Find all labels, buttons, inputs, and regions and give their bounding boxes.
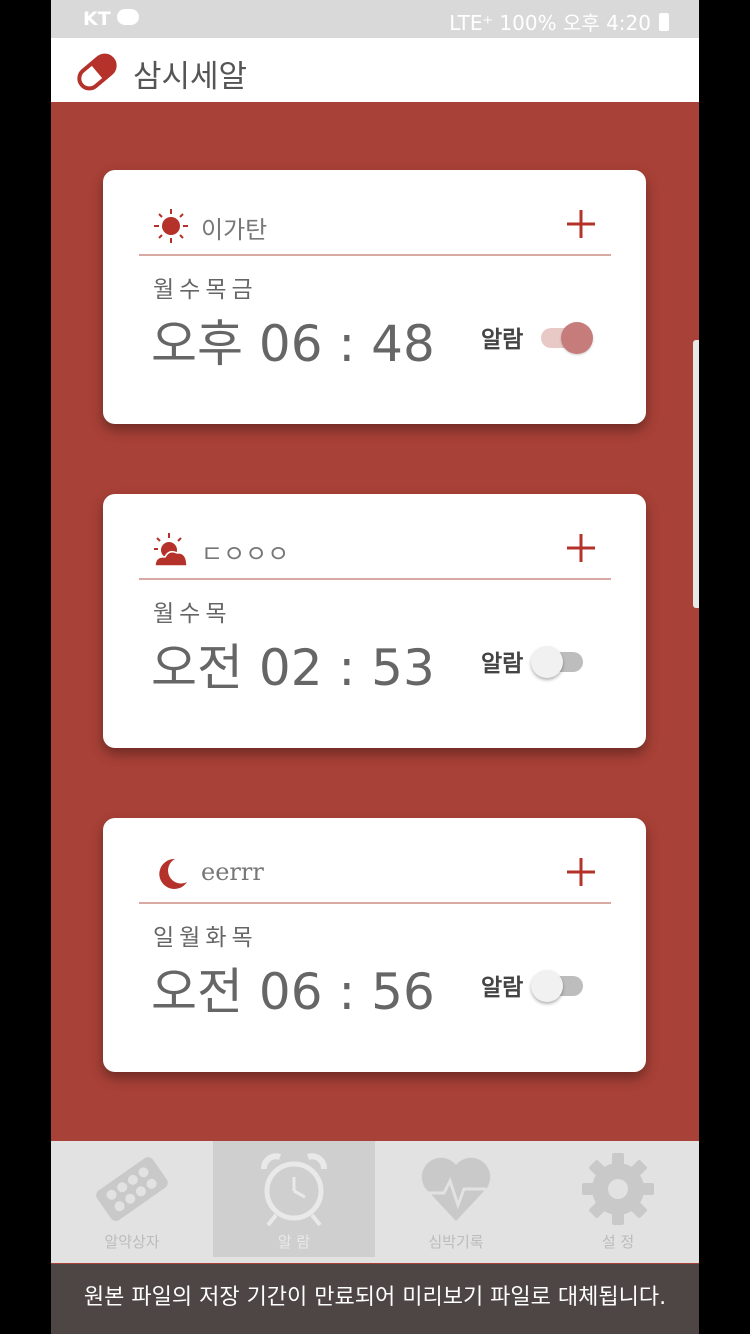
add-button[interactable] [565, 856, 597, 888]
sunrise-icon [154, 533, 188, 567]
card-divider [139, 902, 611, 904]
card-divider [139, 254, 611, 256]
moon-icon [159, 858, 187, 889]
alarm-time[interactable]: 오전 06 : 56 [151, 952, 435, 1024]
nav-label: 알약상자 [104, 1233, 160, 1251]
medicine-name: 이가탄 [201, 216, 268, 244]
alarm-toggle[interactable] [531, 640, 597, 684]
nav-pill-box[interactable]: 알약상자 [51, 1141, 213, 1257]
medicine-name: ㄷㅇㅇㅇ [201, 540, 290, 568]
alarm-toggle[interactable] [531, 316, 597, 360]
expired-preview-banner: 원본 파일의 저장 기간이 만료되어 미리보기 파일로 대체됩니다. [51, 1264, 699, 1334]
alarm-toggle[interactable] [531, 964, 597, 1008]
status-right: LTE⁺ 100% 오후 4:20 [449, 7, 669, 36]
alarm-time[interactable]: 오전 02 : 53 [151, 628, 435, 700]
pill-logo-icon [77, 53, 117, 91]
alarm-card[interactable]: eerrr 일월화목 오전 06 : 56 알람 [103, 818, 646, 1072]
app-title: 삼시세알 [133, 59, 248, 95]
toggle-thumb [531, 970, 563, 1002]
alarm-label: 알람 [481, 975, 524, 1001]
alarm-clock-icon [261, 1153, 327, 1227]
status-text: LTE⁺ 100% 오후 4:20 [449, 11, 651, 35]
bottom-nav: 알약상자 알 람 심박기록 설 정 [51, 1141, 699, 1263]
carrier-label: KT [83, 8, 111, 30]
add-button[interactable] [565, 532, 597, 564]
nav-label: 설 정 [601, 1233, 635, 1251]
alarm-days: 월수목금 [153, 277, 258, 303]
app-screen: KT LTE⁺ 100% 오후 4:20 삼시세알 이가탄 월수목금 오후 06… [51, 0, 699, 1334]
nav-heartbeat[interactable]: 심박기록 [375, 1141, 537, 1257]
nav-alarm[interactable]: 알 람 [213, 1141, 375, 1257]
alarm-days: 일월화목 [153, 925, 258, 951]
app-bar: 삼시세알 [51, 38, 699, 102]
alarm-time[interactable]: 오후 06 : 48 [151, 304, 435, 376]
heartbeat-icon [421, 1157, 491, 1221]
card-divider [139, 578, 611, 580]
alarm-card[interactable]: 이가탄 월수목금 오후 06 : 48 알람 [103, 170, 646, 424]
add-button[interactable] [565, 208, 597, 240]
toggle-thumb [531, 646, 563, 678]
pill-box-icon [96, 1157, 168, 1221]
alarm-label: 알람 [481, 651, 524, 677]
alarm-card[interactable]: ㄷㅇㅇㅇ 월수목 오전 02 : 53 알람 [103, 494, 646, 748]
gear-icon [582, 1153, 654, 1225]
edge-scroll-handle[interactable] [693, 340, 699, 608]
status-bar: KT LTE⁺ 100% 오후 4:20 [51, 0, 699, 38]
nav-settings[interactable]: 설 정 [537, 1141, 699, 1257]
medicine-name: eerrr [201, 858, 264, 886]
alarm-days: 월수목 [153, 601, 232, 627]
toggle-thumb [561, 322, 593, 354]
nav-label: 알 람 [277, 1233, 311, 1251]
alarm-label: 알람 [481, 327, 524, 353]
battery-icon [659, 12, 669, 31]
nav-label: 심박기록 [428, 1233, 484, 1251]
sun-icon [154, 209, 188, 243]
chat-notification-icon [117, 9, 139, 25]
